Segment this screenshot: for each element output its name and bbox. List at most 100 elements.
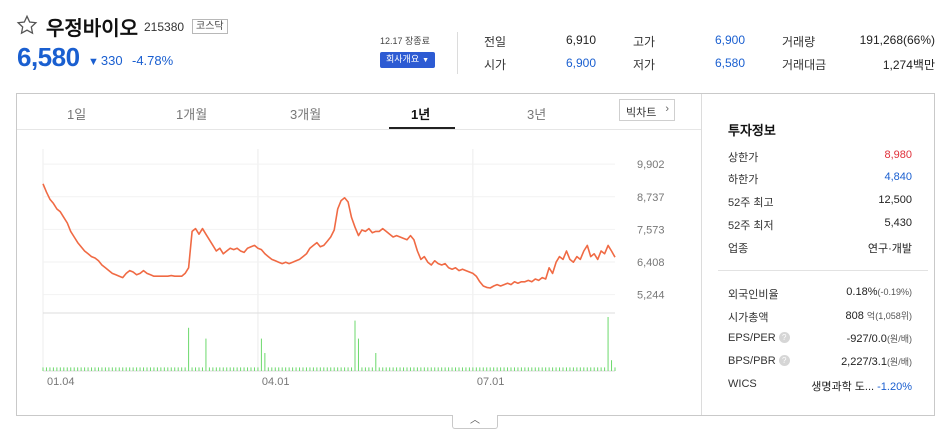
x-tick-label: 01.04: [47, 376, 75, 388]
volume-bar: [461, 367, 463, 371]
volume-bar: [215, 367, 217, 371]
volume-bar: [458, 367, 460, 371]
help-icon[interactable]: ?: [778, 332, 790, 343]
volume-bar: [434, 367, 436, 371]
volume-bar: [181, 367, 183, 371]
divider: [457, 32, 458, 74]
summary-value-low: 6,580: [714, 56, 745, 70]
volume-bar: [156, 367, 158, 371]
volume-bar: [163, 367, 165, 371]
tab-3year[interactable]: 3년: [527, 104, 546, 123]
volume-bar: [541, 367, 543, 371]
volume-bar: [534, 367, 536, 371]
volume-bar: [188, 327, 190, 371]
company-info-button[interactable]: 회사개요 ▼: [380, 52, 436, 68]
market-cap-row: 시가총액 808 억(1,058위): [728, 310, 912, 324]
help-icon[interactable]: ?: [778, 355, 790, 366]
volume-bar: [520, 367, 522, 371]
volume-bar: [118, 367, 120, 371]
volume-bar: [226, 367, 228, 371]
volume-bar: [115, 367, 117, 371]
caret-down-icon: ▼: [422, 57, 430, 64]
volume-bar: [63, 367, 65, 371]
volume-bar: [299, 367, 301, 371]
volume-bar: [295, 367, 297, 371]
summary-value-prev: 6,910: [565, 33, 596, 47]
volume-bar: [264, 353, 266, 371]
volume-bar: [572, 367, 574, 371]
upper-limit-value: 8,980: [884, 149, 912, 161]
volume-bar: [510, 367, 512, 371]
volume-bar: [357, 338, 359, 371]
volume-bar: [392, 367, 394, 371]
volume-bar: [614, 367, 616, 371]
volume-bar: [312, 367, 314, 371]
volume-bar: [385, 367, 387, 371]
volume-bar: [198, 367, 200, 371]
volume-bar: [496, 367, 498, 371]
volume-bar: [233, 367, 235, 371]
eps-per-value: -927/0.0: [846, 333, 887, 345]
chart-panel: 1일 1개월 3개월 1년 3년 빅차트 › 9,902 8,737 7,573 6,4…: [16, 93, 935, 416]
volume-bar: [52, 367, 54, 371]
volume-bar: [285, 367, 287, 371]
volume-bar: [136, 367, 138, 371]
volume-bar: [340, 367, 342, 371]
volume-bar: [153, 367, 155, 371]
volume-bar: [66, 367, 68, 371]
volume-bar: [559, 367, 561, 371]
collapse-button[interactable]: ︿: [452, 415, 498, 429]
volume-bar: [80, 367, 82, 371]
volume-bar: [267, 367, 269, 371]
volume-bar: [423, 367, 425, 371]
volume-bar: [257, 367, 259, 371]
change-rate: -4.78%: [132, 53, 174, 68]
tab-1month[interactable]: 1개월: [176, 104, 207, 123]
tab-1year[interactable]: 1년: [411, 104, 430, 123]
volume-bar: [489, 367, 491, 371]
volume-bar: [562, 367, 564, 371]
volume-bar: [177, 367, 179, 371]
summary-label-amount: 거래대금: [782, 58, 827, 72]
volume-bar: [347, 367, 349, 371]
lower-limit-row: 하한가 4,840: [728, 171, 912, 186]
volume-bar: [441, 367, 443, 371]
down-triangle-icon: ▼: [88, 56, 99, 68]
volume-bar: [344, 367, 346, 371]
volume-bar: [590, 367, 592, 371]
chevron-right-icon: ›: [665, 103, 669, 115]
wics-row: WICS 생명과학 도... -1.20%: [728, 378, 912, 393]
foreign-ratio-value: 0.18%: [846, 286, 878, 298]
volume-bar: [229, 367, 231, 371]
low-52w-value: 5,430: [884, 217, 912, 229]
volume-bar: [59, 367, 61, 371]
volume-bar: [271, 367, 273, 371]
summary-value-open: 6,900: [565, 56, 596, 70]
star-icon[interactable]: [16, 14, 38, 36]
volume-bar: [437, 367, 439, 371]
current-price: 6,580: [17, 42, 80, 72]
volume-bar: [84, 367, 86, 371]
tab-3month[interactable]: 3개월: [290, 104, 321, 123]
volume-bar: [219, 367, 221, 371]
volume-bar: [139, 367, 141, 371]
volume-bar: [205, 338, 207, 371]
volume-bar: [146, 367, 148, 371]
summary-label-prev: 전일: [484, 35, 507, 49]
big-chart-button[interactable]: 빅차트 ›: [619, 99, 675, 121]
stock-code: 215380: [144, 20, 185, 34]
industry-value[interactable]: 연구·개발: [868, 240, 912, 256]
volume-bar: [274, 367, 276, 371]
volume-bar: [600, 367, 602, 371]
tab-1day[interactable]: 1일: [67, 104, 86, 123]
y-tick-label: 9,902: [637, 159, 665, 171]
wics-value[interactable]: 생명과학 도...: [811, 381, 874, 393]
volume-bar: [524, 367, 526, 371]
y-tick-label: 7,573: [637, 224, 665, 236]
high-52w-value: 12,500: [878, 194, 912, 206]
volume-bar: [77, 367, 79, 371]
volume-bar: [243, 367, 245, 371]
volume-bar: [250, 367, 252, 371]
volume-bar: [503, 367, 505, 371]
volume-bar: [531, 367, 533, 371]
